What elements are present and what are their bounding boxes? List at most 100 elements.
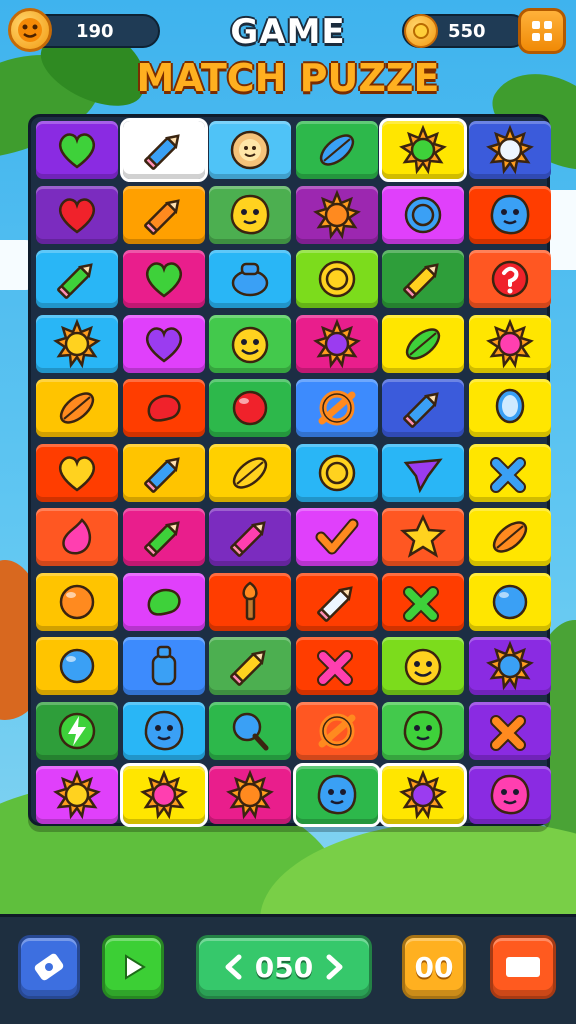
spinner-purple-icon [403, 458, 443, 493]
tile[interactable] [122, 508, 205, 566]
tile[interactable] [36, 766, 118, 824]
tile[interactable] [382, 508, 464, 566]
tile[interactable] [379, 763, 467, 827]
face-yellow-icon [231, 326, 269, 363]
tile[interactable] [295, 572, 378, 631]
timer-button[interactable]: 00 [402, 935, 466, 999]
tile[interactable] [209, 766, 291, 824]
tile[interactable] [382, 572, 464, 631]
tile[interactable] [209, 443, 291, 502]
tile[interactable] [122, 443, 205, 502]
ball-blue-icon [492, 584, 527, 619]
blob-pink-icon [490, 774, 529, 815]
tile[interactable] [468, 250, 551, 308]
tile[interactable] [382, 701, 464, 760]
tile[interactable] [36, 508, 118, 566]
pencil-blue-icon [403, 392, 439, 428]
sun-yellow-icon [53, 318, 101, 368]
pot-blue-icon [231, 262, 269, 297]
tile[interactable] [209, 121, 291, 179]
tile[interactable] [382, 443, 464, 502]
coin-yellow-icon [318, 260, 355, 298]
tile[interactable] [295, 314, 378, 373]
ball-blue-icon [59, 648, 95, 684]
tile[interactable] [468, 185, 551, 244]
tile[interactable] [295, 637, 378, 695]
tile[interactable] [382, 250, 464, 308]
cross-blue-icon [489, 456, 526, 493]
tile[interactable] [209, 250, 291, 308]
tile[interactable] [295, 443, 378, 502]
heart-green-icon [58, 133, 96, 169]
tile[interactable] [122, 250, 205, 308]
tile[interactable] [36, 250, 118, 308]
tile[interactable] [468, 314, 551, 373]
tile[interactable] [468, 508, 551, 566]
tile[interactable] [295, 701, 378, 760]
tile[interactable] [382, 185, 464, 244]
tile[interactable] [209, 701, 291, 760]
tile[interactable] [295, 250, 378, 308]
tile[interactable] [382, 637, 464, 695]
tile[interactable] [122, 637, 205, 695]
sun-pink-icon [485, 318, 534, 368]
level-selector[interactable]: 050 [196, 935, 372, 999]
ball-orange-icon [59, 584, 95, 619]
tile[interactable] [468, 443, 551, 502]
tile[interactable] [36, 185, 118, 244]
tile[interactable] [122, 314, 205, 373]
pencil-green-icon [57, 263, 93, 299]
heart-green-icon [145, 262, 182, 298]
tile[interactable] [36, 572, 118, 631]
tile[interactable] [382, 314, 464, 373]
play-button[interactable] [102, 935, 164, 999]
tile[interactable] [295, 121, 378, 179]
tile[interactable] [119, 763, 208, 827]
tile[interactable] [209, 185, 291, 244]
tile[interactable] [295, 508, 378, 566]
bottom-bar: 050 00 [0, 914, 576, 1024]
tile[interactable] [379, 118, 467, 182]
pencil-yellow-icon [403, 263, 439, 299]
tile[interactable] [468, 572, 551, 631]
tile[interactable] [36, 637, 118, 695]
tile[interactable] [119, 118, 208, 182]
pencil-blue-icon [143, 134, 180, 170]
tile[interactable] [468, 379, 551, 437]
chevron-right-icon[interactable] [323, 954, 345, 980]
tile[interactable] [468, 121, 551, 179]
pencil-pink-icon [230, 521, 266, 557]
sun-blue-icon [485, 641, 534, 691]
chevron-left-icon[interactable] [223, 954, 245, 980]
timer-value: 00 [414, 950, 454, 984]
tile[interactable] [295, 379, 378, 437]
tile[interactable] [122, 185, 205, 244]
shuffle-button[interactable] [18, 935, 80, 999]
tile[interactable] [209, 508, 291, 566]
bean-green-icon [147, 588, 181, 616]
tile[interactable] [209, 314, 291, 373]
tile[interactable] [122, 701, 205, 760]
tile[interactable] [209, 379, 291, 437]
sun-white-icon [485, 125, 534, 175]
stop-button[interactable] [490, 935, 556, 999]
tile[interactable] [36, 443, 118, 502]
bottle-blue-icon [151, 645, 176, 686]
tile[interactable] [468, 701, 551, 760]
knot-orange-icon [318, 390, 355, 426]
tile[interactable] [468, 766, 551, 824]
tile[interactable] [209, 572, 291, 631]
tile[interactable] [209, 637, 291, 695]
tile[interactable] [36, 379, 118, 437]
heart-purple-icon [145, 326, 182, 363]
tile[interactable] [36, 701, 118, 760]
tile[interactable] [122, 572, 205, 631]
tile[interactable] [468, 637, 551, 695]
tile[interactable] [36, 121, 118, 179]
tile[interactable] [122, 379, 205, 437]
pencil-white-icon [316, 585, 353, 622]
tile[interactable] [36, 314, 118, 373]
tile[interactable] [292, 763, 381, 827]
tile[interactable] [295, 185, 378, 244]
tile[interactable] [382, 379, 464, 437]
